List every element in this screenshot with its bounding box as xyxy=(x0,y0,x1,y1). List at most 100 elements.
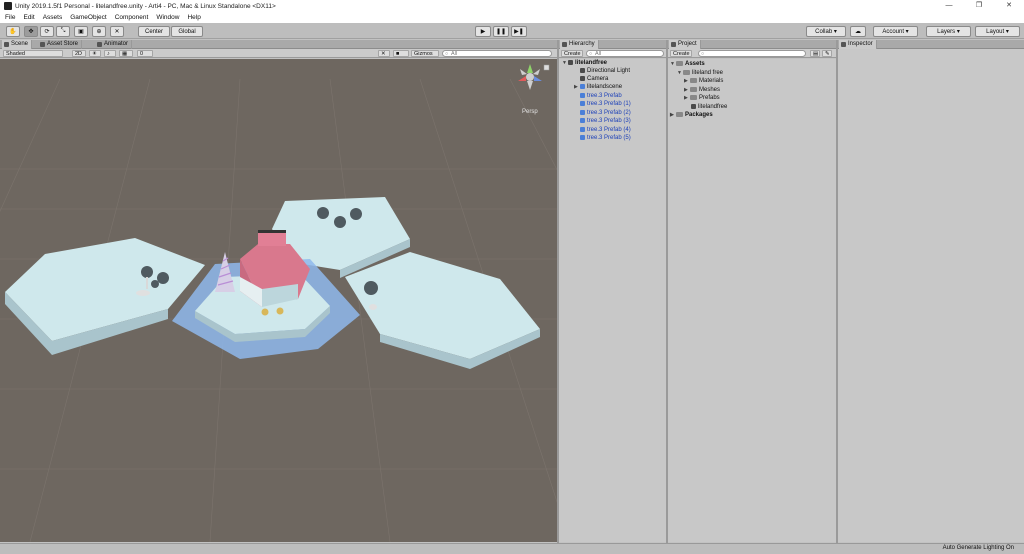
filter-icon: ▤ xyxy=(813,51,819,57)
hierarchy-item[interactable]: ▶ litelandscene xyxy=(574,83,622,91)
folder-icon xyxy=(683,70,690,75)
window-titlebar: Unity 2019.1.5f1 Personal - litelandfree… xyxy=(0,0,1024,12)
menu-help[interactable]: Help xyxy=(187,14,200,21)
panel-splitter[interactable] xyxy=(836,40,838,543)
shading-mode-dropdown[interactable]: Shaded xyxy=(3,50,63,57)
hierarchy-prefab-item[interactable]: tree.3 Prefab (2) xyxy=(580,109,631,117)
project-folder-item[interactable]: ▶ Materials xyxy=(684,77,723,85)
filter-by-label-button[interactable]: ✎ xyxy=(822,50,832,57)
lighting-toggle[interactable]: ☀ xyxy=(89,50,101,57)
space-global-button[interactable]: Global xyxy=(171,26,203,37)
hierarchy-tab-strip: Hierarchy xyxy=(559,40,666,49)
unity-scene-icon xyxy=(568,60,573,65)
project-folder-item[interactable]: ▶ Meshes xyxy=(684,86,720,94)
folder-icon xyxy=(671,42,676,47)
project-scene-file[interactable]: litelandfree xyxy=(691,103,727,111)
gameobject-icon xyxy=(580,68,585,73)
project-packages-root[interactable]: ▶ Packages xyxy=(670,111,713,119)
hierarchy-item[interactable]: Directional Light xyxy=(580,67,630,75)
play-icon: ▶ xyxy=(480,29,486,35)
scene-search-input[interactable]: All xyxy=(442,50,552,57)
layout-dropdown[interactable]: Layout ▾ xyxy=(975,26,1020,37)
project-folder-item[interactable]: ▼ liteland free xyxy=(677,69,723,77)
inspector-tab-strip: Inspector xyxy=(838,40,1024,49)
account-button[interactable]: Account ▾ xyxy=(873,26,918,37)
layers-dropdown[interactable]: Layers ▾ xyxy=(926,26,971,37)
project-assets-root[interactable]: ▼ Assets xyxy=(670,60,705,68)
step-icon: ▶❚ xyxy=(514,29,524,35)
assets-label: Assets xyxy=(685,61,705,67)
folder-icon xyxy=(690,95,697,100)
folder-label: Meshes xyxy=(699,87,721,93)
hierarchy-create-button[interactable]: Create ▾ xyxy=(561,50,583,64)
hierarchy-prefab-item[interactable]: tree.3 Prefab (4) xyxy=(580,126,631,134)
panel-splitter[interactable] xyxy=(557,40,559,543)
hierarchy-prefab-item[interactable]: tree.3 Prefab (3) xyxy=(580,117,631,125)
collab-button[interactable]: Collab ▾ xyxy=(806,26,846,37)
menu-bar: File Edit Assets GameObject Component Wi… xyxy=(0,12,1024,23)
menu-edit[interactable]: Edit xyxy=(23,14,34,21)
tab-scene[interactable]: Scene xyxy=(2,40,33,49)
hierarchy-prefab-item[interactable]: tree.3 Prefab (1) xyxy=(580,100,631,108)
pause-button[interactable]: ❚❚ xyxy=(493,26,509,37)
hand-tool-button[interactable]: ✋ xyxy=(6,26,20,37)
cloud-button[interactable]: ☁ xyxy=(850,26,866,37)
project-search-input[interactable] xyxy=(698,50,806,57)
camera-dropdown[interactable]: ■ xyxy=(393,50,409,57)
minimize-button[interactable]: — xyxy=(934,0,964,12)
scene-lock-icon[interactable] xyxy=(543,64,550,71)
scale-tool-button[interactable]: ⤡ xyxy=(56,26,70,37)
hierarchy-search-input[interactable]: All xyxy=(586,50,664,57)
pivot-center-button[interactable]: Center xyxy=(138,26,170,37)
wrench-icon: ✕ xyxy=(114,29,120,35)
hierarchy-item[interactable]: Camera xyxy=(580,75,608,83)
scene-viewport[interactable]: Persp xyxy=(0,59,557,542)
hidden-layers-toggle[interactable]: 0 xyxy=(137,50,153,57)
menu-window[interactable]: Window xyxy=(156,14,179,21)
tab-inspector[interactable]: Inspector xyxy=(839,40,877,49)
pivot-label: Center xyxy=(144,28,163,35)
menu-assets[interactable]: Assets xyxy=(43,14,63,21)
rect-tool-button[interactable]: ▣ xyxy=(74,26,88,37)
filter-by-type-button[interactable]: ▤ xyxy=(810,50,820,57)
close-button[interactable]: ✕ xyxy=(994,0,1024,12)
inspector-body xyxy=(838,49,1024,542)
tab-asset-store[interactable]: Asset Store xyxy=(38,40,83,49)
effects-toggle[interactable]: ▦ xyxy=(119,50,133,57)
rotate-icon: ⟳ xyxy=(44,29,50,35)
tag-icon: ✎ xyxy=(825,51,830,57)
project-folder-item[interactable]: ▶ Prefabs xyxy=(684,94,720,102)
gizmos-dropdown[interactable]: Gizmos ▾ xyxy=(411,50,439,64)
transform-tool-button[interactable]: ⊕ xyxy=(92,26,106,37)
project-create-button[interactable]: Create ▾ xyxy=(670,50,692,64)
hierarchy-prefab-item[interactable]: tree.3 Prefab (5) xyxy=(580,134,631,142)
scene-render[interactable]: Persp xyxy=(0,59,557,542)
hierarchy-item-label: tree.3 Prefab (1) xyxy=(587,101,631,107)
hierarchy-prefab-item[interactable]: tree.3 Prefab xyxy=(580,92,622,100)
panel-splitter[interactable] xyxy=(666,40,668,543)
move-tool-button[interactable]: ✥ xyxy=(24,26,38,37)
audio-toggle[interactable]: ♪ xyxy=(104,50,116,57)
maximize-button[interactable]: ❐ xyxy=(964,0,994,12)
space-label: Global xyxy=(178,28,196,35)
tab-animator[interactable]: Animator xyxy=(95,40,133,49)
status-text: Auto Generate Lighting On xyxy=(942,545,1014,551)
step-button[interactable]: ▶❚ xyxy=(511,26,527,37)
custom-tool-button[interactable]: ✕ xyxy=(110,26,124,37)
list-icon xyxy=(562,42,567,47)
rotate-tool-button[interactable]: ⟳ xyxy=(40,26,54,37)
tab-hierarchy[interactable]: Hierarchy xyxy=(560,40,599,49)
prefab-icon xyxy=(580,118,585,123)
tab-inspector-label: Inspector xyxy=(848,41,873,47)
2d-toggle[interactable]: 2D xyxy=(72,50,86,57)
gameobject-icon xyxy=(580,76,585,81)
scene-tools-button[interactable]: ✕ xyxy=(378,50,390,57)
play-button[interactable]: ▶ xyxy=(475,26,491,37)
layers-label: Layers ▾ xyxy=(937,29,960,35)
menu-file[interactable]: File xyxy=(5,14,15,21)
persp-label[interactable]: Persp xyxy=(522,109,538,115)
menu-gameobject[interactable]: GameObject xyxy=(70,14,107,21)
tab-project[interactable]: Project xyxy=(669,40,701,49)
hierarchy-scene-root[interactable]: ▼ litelandfree xyxy=(562,59,607,67)
menu-component[interactable]: Component xyxy=(115,14,149,21)
